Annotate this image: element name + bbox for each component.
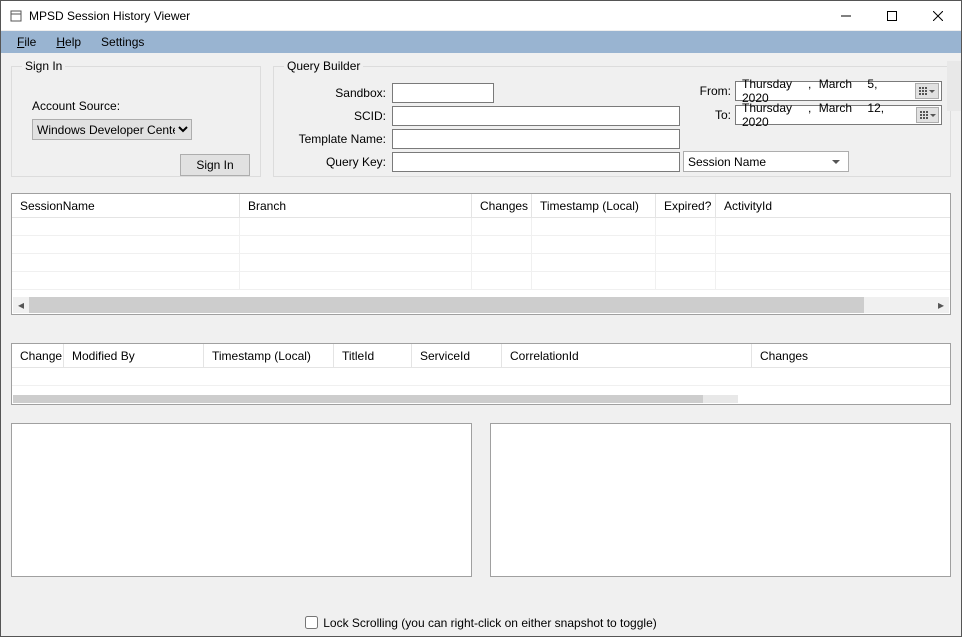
table-row[interactable] (12, 368, 950, 386)
menubar: File Help Settings (1, 31, 961, 53)
app-icon (9, 9, 23, 23)
col-expired[interactable]: Expired? (656, 194, 716, 217)
lock-scrolling-label[interactable]: Lock Scrolling (you can right-click on e… (305, 616, 657, 630)
table-row[interactable] (12, 236, 950, 254)
scroll-right-icon[interactable]: ▸ (933, 297, 949, 313)
from-label: From: (700, 84, 731, 98)
changes-hscrollbar[interactable] (13, 395, 738, 403)
sessions-hscrollbar[interactable]: ◂ ▸ (13, 297, 949, 313)
col-modifiedby[interactable]: Modified By (64, 344, 204, 367)
to-label: To: (715, 108, 731, 122)
window-title: MPSD Session History Viewer (29, 9, 823, 23)
right-scrollbar[interactable] (947, 61, 961, 111)
to-date-dropdown-icon[interactable] (916, 107, 939, 123)
col-timestamp[interactable]: Timestamp (Local) (532, 194, 656, 217)
template-label: Template Name: (284, 132, 392, 146)
query-builder-group: Query Builder Sandbox: SCID: Template Na… (273, 59, 951, 177)
signin-group: Sign In Account Source: Windows Develope… (11, 59, 261, 177)
query-key-type-select[interactable]: Session Name (683, 151, 849, 172)
changes-grid[interactable]: Change Modified By Timestamp (Local) Tit… (11, 343, 951, 405)
from-date-dropdown-icon[interactable] (915, 83, 939, 99)
template-name-input[interactable] (392, 129, 680, 149)
from-date-picker[interactable]: Thursday, March 5, 2020 (735, 81, 942, 101)
col-serviceid[interactable]: ServiceId (412, 344, 502, 367)
col-changes2[interactable]: Changes (752, 344, 909, 367)
menu-help[interactable]: Help (46, 33, 91, 51)
sessions-grid-body (12, 218, 950, 290)
sessions-grid[interactable]: SessionName Branch Changes Timestamp (Lo… (11, 193, 951, 315)
scroll-left-icon[interactable]: ◂ (13, 297, 29, 313)
titlebar: MPSD Session History Viewer (1, 1, 961, 31)
maximize-button[interactable] (869, 1, 915, 31)
menu-settings[interactable]: Settings (91, 33, 154, 51)
lock-scrolling-checkbox[interactable] (305, 616, 318, 629)
signin-button[interactable]: Sign In (180, 154, 250, 176)
menu-file[interactable]: File (7, 33, 46, 51)
sandbox-input[interactable] (392, 83, 494, 103)
col-correlationid[interactable]: CorrelationId (502, 344, 752, 367)
col-titleid[interactable]: TitleId (334, 344, 412, 367)
scroll-thumb[interactable] (13, 395, 703, 403)
changes-grid-body (12, 368, 950, 386)
footer: Lock Scrolling (you can right-click on e… (1, 616, 961, 633)
account-source-select[interactable]: Windows Developer Center (32, 119, 192, 140)
col-change[interactable]: Change (12, 344, 64, 367)
col-activityid[interactable]: ActivityId (716, 194, 909, 217)
scroll-thumb[interactable] (29, 297, 864, 313)
col-timestamp2[interactable]: Timestamp (Local) (204, 344, 334, 367)
to-date-picker[interactable]: Thursday, March 12, 2020 (735, 105, 942, 125)
col-changes[interactable]: Changes (472, 194, 532, 217)
content-area: Sign In Account Source: Windows Develope… (1, 53, 961, 636)
close-button[interactable] (915, 1, 961, 31)
minimize-button[interactable] (823, 1, 869, 31)
snapshot-left-pane[interactable] (11, 423, 472, 577)
query-key-input[interactable] (392, 152, 680, 172)
col-sessionname[interactable]: SessionName (12, 194, 240, 217)
account-source-label: Account Source: (32, 99, 250, 113)
sessions-grid-header: SessionName Branch Changes Timestamp (Lo… (12, 194, 950, 218)
query-legend: Query Builder (284, 59, 363, 73)
table-row[interactable] (12, 218, 950, 236)
query-key-label: Query Key: (284, 155, 392, 169)
table-row[interactable] (12, 272, 950, 290)
snapshot-right-pane[interactable] (490, 423, 951, 577)
table-row[interactable] (12, 254, 950, 272)
sandbox-label: Sandbox: (284, 86, 392, 100)
changes-grid-header: Change Modified By Timestamp (Local) Tit… (12, 344, 950, 368)
col-branch[interactable]: Branch (240, 194, 472, 217)
scid-input[interactable] (392, 106, 680, 126)
signin-legend: Sign In (22, 59, 65, 73)
scid-label: SCID: (284, 109, 392, 123)
